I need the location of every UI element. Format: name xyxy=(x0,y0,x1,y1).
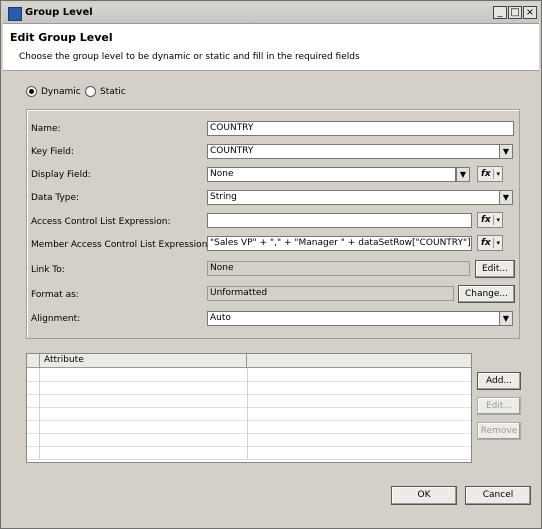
cancel-button[interactable]: Cancel xyxy=(465,486,531,505)
table-row[interactable] xyxy=(27,420,471,434)
dynamic-radio-label: Dynamic xyxy=(41,86,81,97)
member-acl-expression-button[interactable]: fx ▾ xyxy=(477,235,503,251)
title-bar: Group Level _ □ × xyxy=(3,3,539,24)
name-field[interactable]: COUNTRY xyxy=(207,121,514,136)
alignment-label: Alignment: xyxy=(31,314,81,324)
close-button[interactable]: × xyxy=(523,6,537,19)
change-format-button[interactable]: Change... xyxy=(458,285,515,303)
function-icon: fx xyxy=(481,169,491,179)
link-to-label: Link To: xyxy=(31,265,65,275)
app-icon xyxy=(8,7,22,21)
chevron-down-icon[interactable]: ▼ xyxy=(499,144,513,159)
table-row[interactable] xyxy=(27,368,471,382)
table-header: Attribute xyxy=(27,354,471,368)
attribute-column-header[interactable]: Attribute xyxy=(40,354,247,367)
static-radio[interactable]: Static xyxy=(85,86,126,97)
alignment-combo[interactable]: Auto xyxy=(207,311,500,326)
radio-selected-icon xyxy=(26,86,37,97)
function-icon: fx xyxy=(481,215,491,225)
data-type-label: Data Type: xyxy=(31,193,80,203)
function-icon: fx xyxy=(481,238,491,248)
key-field-label: Key Field: xyxy=(31,147,74,157)
link-to-field: None xyxy=(207,261,470,276)
acl-label: Access Control List Expression: xyxy=(31,217,171,227)
format-as-label: Format as: xyxy=(31,290,79,300)
table-row[interactable] xyxy=(27,446,471,460)
key-field-combo[interactable]: COUNTRY xyxy=(207,144,500,159)
table-row[interactable] xyxy=(27,394,471,408)
group-level-dialog: Group Level _ □ × Edit Group Level Choos… xyxy=(0,0,542,529)
link-edit-button[interactable]: Edit... xyxy=(475,260,515,278)
name-label: Name: xyxy=(31,124,61,134)
dialog-heading: Edit Group Level xyxy=(10,31,113,44)
dialog-description: Choose the group level to be dynamic or … xyxy=(19,52,360,62)
dynamic-radio[interactable]: Dynamic xyxy=(26,86,81,97)
window-title: Group Level xyxy=(25,7,93,18)
acl-expression-button[interactable]: fx ▾ xyxy=(477,212,503,228)
chevron-down-icon[interactable]: ▼ xyxy=(499,311,513,326)
add-attribute-button[interactable]: Add... xyxy=(477,372,521,390)
attributes-table[interactable]: Attribute xyxy=(26,353,472,463)
static-radio-label: Static xyxy=(100,86,126,97)
member-acl-label: Member Access Control List Expression: xyxy=(31,240,211,250)
edit-attribute-button[interactable]: Edit... xyxy=(477,397,521,415)
member-acl-expression-field[interactable]: "Sales VP" + "," + "Manager " + dataSetR… xyxy=(207,236,472,251)
display-field-combo[interactable]: None xyxy=(207,167,456,182)
acl-expression-field[interactable] xyxy=(207,213,472,228)
maximize-button[interactable]: □ xyxy=(508,6,522,19)
chevron-down-icon[interactable]: ▼ xyxy=(499,190,513,205)
ok-button[interactable]: OK xyxy=(391,486,457,505)
display-field-expression-button[interactable]: fx ▾ xyxy=(477,166,503,182)
table-row[interactable] xyxy=(27,381,471,395)
chevron-down-icon[interactable]: ▼ xyxy=(456,167,470,182)
radio-unselected-icon xyxy=(85,86,96,97)
display-field-label: Display Field: xyxy=(31,170,91,180)
dialog-header: Edit Group Level Choose the group level … xyxy=(3,24,539,71)
remove-attribute-button[interactable]: Remove xyxy=(477,422,521,440)
table-row[interactable] xyxy=(27,407,471,421)
data-type-combo[interactable]: String xyxy=(207,190,500,205)
format-as-field: Unformatted xyxy=(207,286,454,301)
minimize-button[interactable]: _ xyxy=(493,6,507,19)
table-row[interactable] xyxy=(27,433,471,447)
